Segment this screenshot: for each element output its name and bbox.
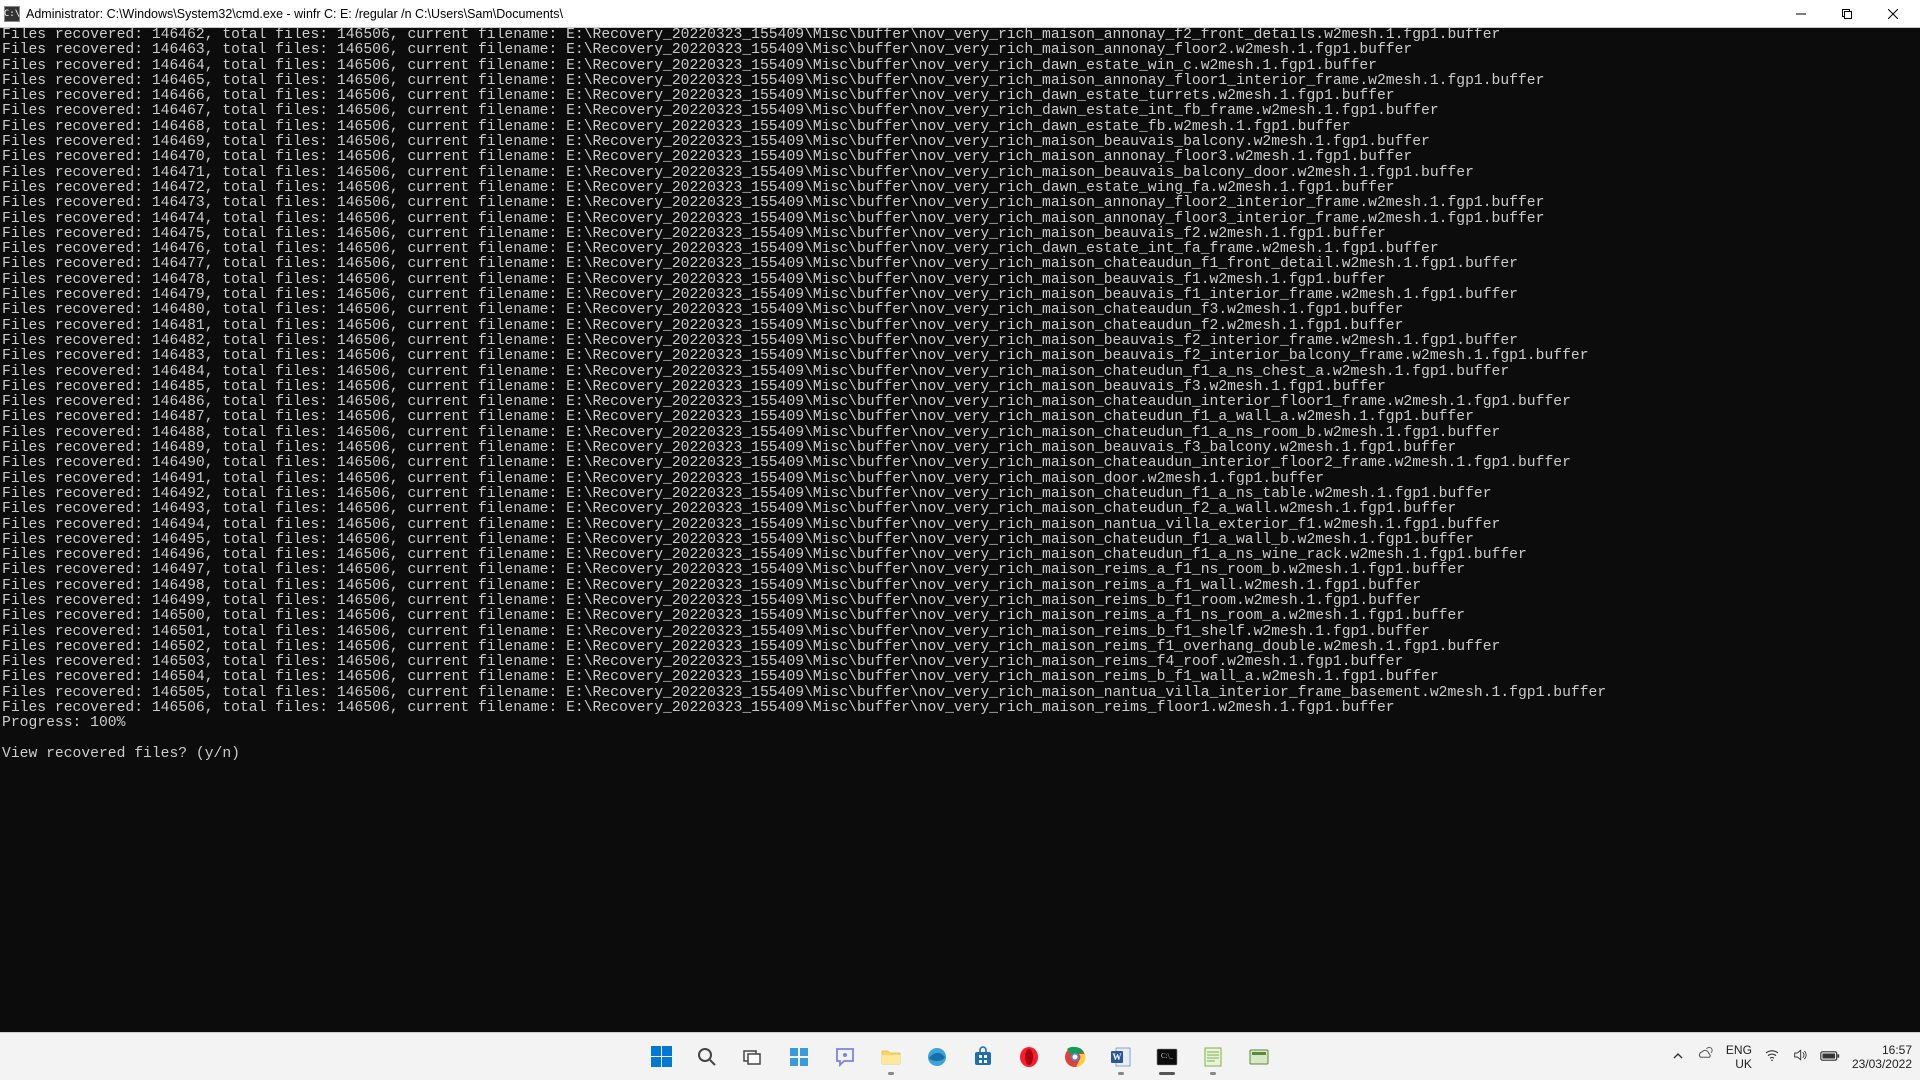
widgets-button[interactable] — [779, 1037, 819, 1077]
window-title: Administrator: C:\Windows\System32\cmd.e… — [26, 7, 1778, 21]
task-view-button[interactable] — [733, 1037, 773, 1077]
onedrive-icon[interactable] — [1696, 1046, 1714, 1067]
start-button[interactable] — [641, 1037, 681, 1077]
taskbar[interactable]: W C:\_ ENG UK — [0, 1032, 1920, 1080]
svg-text:C:\_: C:\_ — [1161, 1052, 1174, 1060]
titlebar[interactable]: C:\ Administrator: C:\Windows\System32\c… — [0, 0, 1920, 28]
windows-logo-icon — [651, 1046, 672, 1067]
widgets-icon — [787, 1045, 811, 1069]
window-buttons — [1778, 0, 1916, 28]
chrome-icon — [1063, 1045, 1087, 1069]
minimize-button[interactable] — [1778, 0, 1824, 28]
volume-icon[interactable] — [1792, 1047, 1808, 1066]
tray-chevron-icon[interactable] — [1672, 1049, 1684, 1065]
battery-icon[interactable] — [1820, 1049, 1840, 1065]
chrome-button[interactable] — [1055, 1037, 1095, 1077]
cmd-window: C:\ Administrator: C:\Windows\System32\c… — [0, 0, 1920, 1080]
search-button[interactable] — [687, 1037, 727, 1077]
word-button[interactable]: W — [1101, 1037, 1141, 1077]
wifi-icon[interactable] — [1764, 1047, 1780, 1066]
opera-icon — [1017, 1045, 1041, 1069]
language-region: UK — [1735, 1057, 1752, 1071]
maximize-button[interactable] — [1824, 0, 1870, 28]
app-button[interactable] — [1239, 1037, 1279, 1077]
folder-icon — [879, 1045, 903, 1069]
microsoft-store-button[interactable] — [963, 1037, 1003, 1077]
notepadpp-icon — [1201, 1045, 1225, 1069]
terminal-icon: C:\_ — [1155, 1045, 1179, 1069]
opera-button[interactable] — [1009, 1037, 1049, 1077]
language-indicator[interactable]: ENG UK — [1726, 1043, 1752, 1071]
language-code: ENG — [1726, 1043, 1752, 1057]
time-text: 16:57 — [1882, 1043, 1912, 1057]
clock[interactable]: 16:57 23/03/2022 — [1852, 1043, 1912, 1071]
cmd-icon: C:\ — [4, 6, 20, 22]
console-output[interactable]: Files recovered: 146462, total files: 14… — [0, 28, 1920, 1032]
word-icon: W — [1109, 1045, 1133, 1069]
chat-icon — [833, 1045, 857, 1069]
cmd-taskbar-button[interactable]: C:\_ — [1147, 1037, 1187, 1077]
store-icon — [971, 1045, 995, 1069]
edge-button[interactable] — [917, 1037, 957, 1077]
svg-text:W: W — [1113, 1052, 1122, 1062]
task-view-icon — [741, 1045, 765, 1069]
generic-app-icon — [1247, 1045, 1271, 1069]
date-text: 23/03/2022 — [1852, 1057, 1912, 1071]
chat-button[interactable] — [825, 1037, 865, 1077]
edge-icon — [925, 1045, 949, 1069]
notepadpp-button[interactable] — [1193, 1037, 1233, 1077]
taskbar-center: W C:\_ — [641, 1037, 1279, 1077]
search-icon — [695, 1045, 719, 1069]
close-button[interactable] — [1870, 0, 1916, 28]
system-tray: ENG UK 16:57 23/03/2022 — [1672, 1043, 1912, 1071]
file-explorer-button[interactable] — [871, 1037, 911, 1077]
